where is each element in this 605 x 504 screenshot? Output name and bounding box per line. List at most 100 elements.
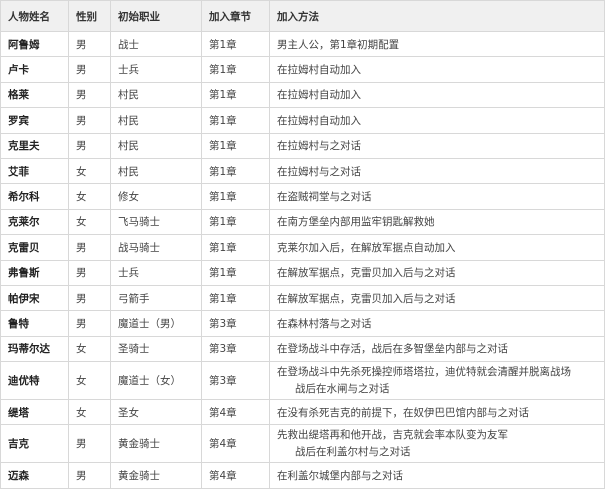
cell-gender: 男 [68, 462, 111, 489]
header-name: 人物姓名 [0, 0, 69, 32]
cell-chapter: 第1章 [201, 183, 270, 210]
table-body: 阿鲁姆 男 战士 第1章 男主人公，第1章初期配置 卢卡 男 士兵 第1章 在拉… [0, 30, 605, 489]
cell-gender: 男 [68, 310, 111, 337]
cell-gender: 男 [68, 259, 111, 286]
cell-name: 迪优特 [0, 361, 69, 401]
cell-job: 战士 [110, 30, 202, 58]
header-chapter: 加入章节 [201, 0, 270, 32]
cell-chapter: 第1章 [201, 30, 270, 58]
cell-gender: 男 [68, 424, 111, 464]
table-row: 吉克 男 黄金骑士 第4章 先救出缇塔再和他开战，吉克就会率本队变为友军 战后在… [0, 424, 605, 464]
cell-chapter: 第1章 [201, 208, 270, 236]
cell-name: 希尔科 [0, 183, 69, 210]
cell-job: 修女 [110, 183, 202, 210]
cell-name: 玛蒂尔达 [0, 335, 69, 363]
cell-gender: 男 [68, 56, 111, 83]
cell-gender: 男 [68, 132, 111, 159]
cell-gender: 女 [68, 208, 111, 236]
table-row: 帕伊宋 男 弓箭手 第1章 在解放军据点，克雷贝加入后与之对话 [0, 284, 605, 312]
table-row: 玛蒂尔达 女 圣骑士 第3章 在登场战斗中存活，战后在多智堡垒内部与之对话 [0, 335, 605, 363]
cell-method: 在登场战斗中存活，战后在多智堡垒内部与之对话 [269, 335, 605, 363]
cell-job: 村民 [110, 157, 202, 185]
cell-method: 在拉姆村与之对话 [269, 157, 605, 185]
header-method: 加入方法 [269, 0, 605, 32]
cell-chapter: 第1章 [201, 234, 270, 261]
cell-method: 在盗贼祠堂与之对话 [269, 183, 605, 210]
cell-chapter: 第4章 [201, 399, 270, 426]
cell-method: 在南方堡垒内部用监牢钥匙解救她 [269, 208, 605, 236]
cell-chapter: 第4章 [201, 424, 270, 464]
table-row: 迪优特 女 魔道士（女） 第3章 在登场战斗中先杀死操控师塔塔拉，迪优特就会清醒… [0, 361, 605, 401]
table-header: 人物姓名 性别 初始职业 加入章节 加入方法 [0, 0, 605, 32]
cell-name: 帕伊宋 [0, 284, 69, 312]
cell-gender: 女 [68, 399, 111, 426]
table-row: 希尔科 女 修女 第1章 在盗贼祠堂与之对话 [0, 183, 605, 210]
cell-chapter: 第1章 [201, 157, 270, 185]
cell-method: 男主人公，第1章初期配置 [269, 30, 605, 58]
cell-name: 弗鲁斯 [0, 259, 69, 286]
cell-chapter: 第3章 [201, 310, 270, 337]
table-row: 艾菲 女 村民 第1章 在拉姆村与之对话 [0, 157, 605, 185]
cell-chapter: 第3章 [201, 361, 270, 401]
header-job: 初始职业 [110, 0, 202, 32]
cell-gender: 男 [68, 234, 111, 261]
cell-job: 魔道士（女） [110, 361, 202, 401]
table-row: 克雷贝 男 战马骑士 第1章 克莱尔加入后，在解放军据点自动加入 [0, 234, 605, 261]
table-row: 克莱尔 女 飞马骑士 第1章 在南方堡垒内部用监牢钥匙解救她 [0, 208, 605, 236]
cell-chapter: 第1章 [201, 284, 270, 312]
cell-gender: 男 [68, 284, 111, 312]
table-row: 缇塔 女 圣女 第4章 在没有杀死吉克的前提下，在奴伊巴巴馆内部与之对话 [0, 399, 605, 426]
cell-chapter: 第4章 [201, 462, 270, 489]
cell-chapter: 第1章 [201, 259, 270, 286]
method-line-1: 先救出缇塔再和他开战，吉克就会率本队变为友军 [277, 428, 508, 441]
cell-job: 士兵 [110, 259, 202, 286]
cell-name: 克雷贝 [0, 234, 69, 261]
cell-method: 在拉姆村自动加入 [269, 107, 605, 134]
cell-method: 在拉姆村自动加入 [269, 81, 605, 109]
cell-job: 弓箭手 [110, 284, 202, 312]
cell-gender: 男 [68, 30, 111, 58]
table-row: 阿鲁姆 男 战士 第1章 男主人公，第1章初期配置 [0, 30, 605, 58]
cell-method: 在拉姆村与之对话 [269, 132, 605, 159]
table-row: 罗宾 男 村民 第1章 在拉姆村自动加入 [0, 107, 605, 134]
method-line-1: 在登场战斗中先杀死操控师塔塔拉，迪优特就会清醒并脱离战场 [277, 365, 571, 378]
cell-name: 罗宾 [0, 107, 69, 134]
cell-job: 村民 [110, 107, 202, 134]
table-row: 鲁特 男 魔道士（男） 第3章 在森林村落与之对话 [0, 310, 605, 337]
cell-job: 飞马骑士 [110, 208, 202, 236]
cell-method: 克莱尔加入后，在解放军据点自动加入 [269, 234, 605, 261]
cell-name: 缇塔 [0, 399, 69, 426]
cell-name: 艾菲 [0, 157, 69, 185]
cell-name: 克莱尔 [0, 208, 69, 236]
character-join-table: 人物姓名 性别 初始职业 加入章节 加入方法 阿鲁姆 男 战士 第1章 男主人公… [0, 0, 605, 489]
cell-job: 村民 [110, 81, 202, 109]
cell-chapter: 第1章 [201, 81, 270, 109]
cell-method: 在登场战斗中先杀死操控师塔塔拉，迪优特就会清醒并脱离战场 战后在水闸与之对话 [269, 361, 605, 401]
cell-method: 在没有杀死吉克的前提下，在奴伊巴巴馆内部与之对话 [269, 399, 605, 426]
table-row: 克里夫 男 村民 第1章 在拉姆村与之对话 [0, 132, 605, 159]
cell-method: 在森林村落与之对话 [269, 310, 605, 337]
cell-method: 在解放军据点，克雷贝加入后与之对话 [269, 284, 605, 312]
cell-name: 阿鲁姆 [0, 30, 69, 58]
header-gender: 性别 [68, 0, 111, 32]
cell-job: 黄金骑士 [110, 462, 202, 489]
cell-name: 克里夫 [0, 132, 69, 159]
cell-gender: 女 [68, 361, 111, 401]
cell-method: 在利盖尔城堡内部与之对话 [269, 462, 605, 489]
cell-chapter: 第1章 [201, 132, 270, 159]
cell-job: 圣骑士 [110, 335, 202, 363]
cell-method: 先救出缇塔再和他开战，吉克就会率本队变为友军 战后在利盖尔村与之对话 [269, 424, 605, 464]
cell-job: 魔道士（男） [110, 310, 202, 337]
cell-name: 吉克 [0, 424, 69, 464]
cell-method: 在拉姆村自动加入 [269, 56, 605, 83]
table-row: 格莱 男 村民 第1章 在拉姆村自动加入 [0, 81, 605, 109]
cell-chapter: 第1章 [201, 56, 270, 83]
cell-gender: 男 [68, 81, 111, 109]
cell-gender: 女 [68, 183, 111, 210]
cell-job: 士兵 [110, 56, 202, 83]
cell-gender: 女 [68, 335, 111, 363]
cell-job: 战马骑士 [110, 234, 202, 261]
cell-gender: 男 [68, 107, 111, 134]
cell-job: 村民 [110, 132, 202, 159]
cell-chapter: 第1章 [201, 107, 270, 134]
